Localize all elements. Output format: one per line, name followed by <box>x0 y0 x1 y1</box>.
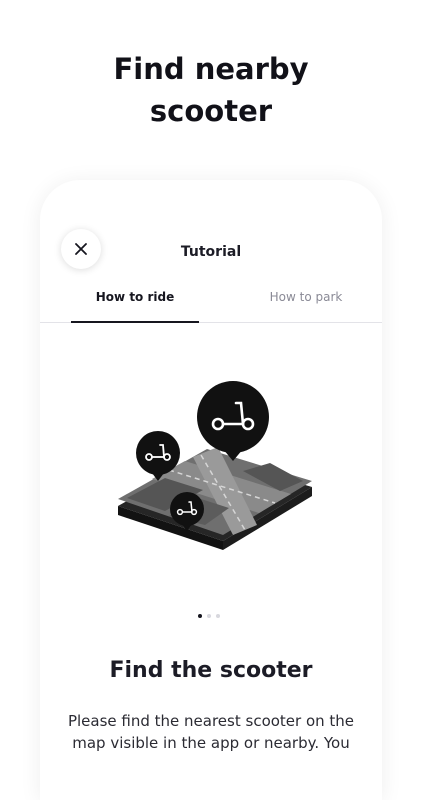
phone-screen: Tutorial How to ride How to park Find th… <box>40 180 382 800</box>
promo-title: Find nearby scooter <box>113 52 309 128</box>
tab-how-to-park[interactable]: How to park <box>242 290 370 304</box>
page-dot[interactable] <box>216 614 220 618</box>
large-scooter-pin <box>197 381 269 461</box>
page-dot[interactable] <box>207 614 211 618</box>
slide-description: Please find the nearest scooter on the m… <box>67 712 355 752</box>
page-indicator <box>198 614 220 618</box>
active-tab-indicator <box>71 321 199 323</box>
tab-how-to-ride[interactable]: How to ride <box>71 290 199 304</box>
page-dot-active[interactable] <box>198 614 202 618</box>
tab-bar: How to ride How to park <box>40 282 382 323</box>
slide-heading: Find the scooter <box>109 658 313 683</box>
screen-title: Tutorial <box>180 244 242 260</box>
scooter-map-illustration <box>118 381 312 550</box>
